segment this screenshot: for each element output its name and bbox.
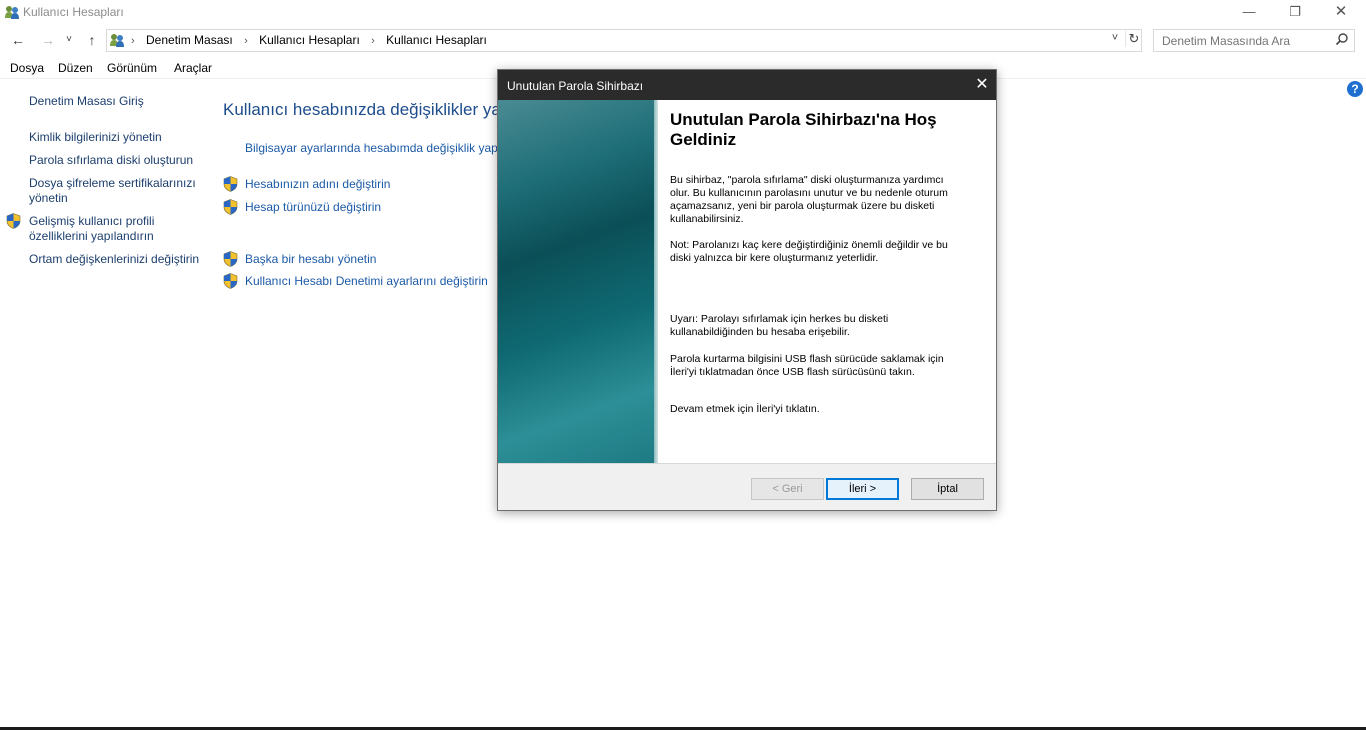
- next-button[interactable]: İleri >: [826, 478, 899, 500]
- refresh-button[interactable]: ↻: [1125, 31, 1142, 47]
- window-title: Kullanıcı Hesapları: [23, 5, 124, 19]
- dialog-separator: [498, 463, 996, 464]
- dialog-close-button[interactable]: ✕: [972, 74, 992, 96]
- wizard-banner-image: [498, 100, 658, 463]
- address-dropdown-button[interactable]: ˅: [1107, 32, 1123, 44]
- uac-shield-icon: [223, 273, 238, 289]
- back-button-disabled[interactable]: < Geri: [751, 478, 824, 500]
- breadcrumb-separator[interactable]: ›: [244, 35, 248, 47]
- user-accounts-icon: [5, 6, 19, 19]
- search-box[interactable]: [1153, 29, 1355, 52]
- help-icon[interactable]: ?: [1347, 81, 1363, 97]
- cancel-button[interactable]: İptal: [911, 478, 984, 500]
- link-change-account-type[interactable]: Hesap türünüzü değiştirin: [245, 200, 381, 214]
- minimize-button[interactable]: —: [1226, 0, 1272, 26]
- forgotten-password-wizard-dialog: Unutulan Parola Sihirbazı ✕ Unutulan Par…: [497, 69, 997, 511]
- close-window-button[interactable]: ✕: [1318, 0, 1364, 26]
- link-change-account-in-pc-settings[interactable]: Bilgisayar ayarlarında hesabımda değişik…: [245, 141, 498, 155]
- control-panel-icon: [110, 34, 124, 47]
- uac-shield-icon: [223, 176, 238, 192]
- uac-shield-icon: [6, 213, 21, 229]
- breadcrumb-item-user-accounts[interactable]: Kullanıcı Hesapları: [259, 33, 360, 47]
- wizard-paragraph-warning: Uyarı: Parolayı sıfırlamak için herkes b…: [670, 313, 889, 338]
- wizard-heading: Unutulan Parola Sihirbazı'na Hoş Geldini…: [670, 110, 937, 149]
- sidebar-item-advanced-profile-properties[interactable]: Gelişmiş kullanıcı profili özelliklerini…: [29, 214, 204, 244]
- breadcrumb: › Denetim Masası › Kullanıcı Hesapları ›…: [131, 33, 487, 47]
- menu-view[interactable]: Görünüm: [107, 61, 157, 75]
- sidebar-item-manage-credentials[interactable]: Kimlik bilgilerinizi yönetin: [29, 130, 204, 145]
- maximize-button[interactable]: ❐: [1272, 0, 1318, 26]
- sidebar-item-environment-variables[interactable]: Ortam değişkenlerinizi değiştirin: [29, 252, 204, 267]
- wizard-paragraph-intro: Bu sihirbaz, "parola sıfırlama" diski ol…: [670, 174, 948, 225]
- back-button[interactable]: ←: [8, 30, 28, 50]
- window-titlebar: Kullanıcı Hesapları — ❐ ✕: [0, 0, 1366, 26]
- address-bar[interactable]: › Denetim Masası › Kullanıcı Hesapları ›…: [106, 29, 1142, 52]
- sidebar-item-file-encryption-certificates[interactable]: Dosya şifreleme sertifikalarınızı yöneti…: [29, 176, 204, 206]
- link-change-account-name[interactable]: Hesabınızın adını değiştirin: [245, 177, 390, 191]
- menu-edit[interactable]: Düzen: [58, 61, 93, 75]
- sidebar-item-password-reset-disk[interactable]: Parola sıfırlama diski oluşturun: [29, 153, 204, 168]
- uac-shield-icon: [223, 199, 238, 215]
- dialog-titlebar[interactable]: Unutulan Parola Sihirbazı ✕: [498, 70, 996, 100]
- breadcrumb-separator[interactable]: ›: [371, 35, 375, 47]
- dialog-body: Unutulan Parola Sihirbazı'na Hoş Geldini…: [498, 100, 996, 463]
- link-uac-settings[interactable]: Kullanıcı Hesabı Denetimi ayarlarını değ…: [245, 274, 488, 288]
- wizard-paragraph-note: Not: Parolanızı kaç kere değiştirdiğiniz…: [670, 239, 948, 264]
- wizard-paragraph-usb: Parola kurtarma bilgisini USB flash sürü…: [670, 353, 944, 378]
- dialog-title: Unutulan Parola Sihirbazı: [507, 79, 644, 93]
- menu-file[interactable]: Dosya: [10, 61, 44, 75]
- sidebar-item-control-panel-home[interactable]: Denetim Masası Giriş: [29, 94, 204, 109]
- breadcrumb-item-control-panel[interactable]: Denetim Masası: [146, 33, 233, 47]
- link-manage-another-account[interactable]: Başka bir hesabı yönetin: [245, 252, 376, 266]
- page-title: Kullanıcı hesabınızda değişiklikler yapı…: [223, 100, 525, 119]
- recent-locations-button[interactable]: ˅: [62, 30, 76, 50]
- up-button[interactable]: ↑: [82, 30, 102, 50]
- navigation-bar: ← → ˅ ↑ › Denetim Masası › Kullanıcı Hes…: [0, 28, 1366, 52]
- breadcrumb-item-user-accounts-current[interactable]: Kullanıcı Hesapları: [386, 33, 487, 47]
- uac-shield-icon: [223, 251, 238, 267]
- breadcrumb-separator: ›: [131, 35, 135, 47]
- wizard-paragraph-continue: Devam etmek için İleri'yi tıklatın.: [670, 403, 820, 415]
- forward-button[interactable]: →: [38, 30, 58, 50]
- search-input[interactable]: [1160, 32, 1329, 50]
- menu-tools[interactable]: Araçlar: [174, 61, 212, 75]
- search-icon[interactable]: [1335, 32, 1349, 46]
